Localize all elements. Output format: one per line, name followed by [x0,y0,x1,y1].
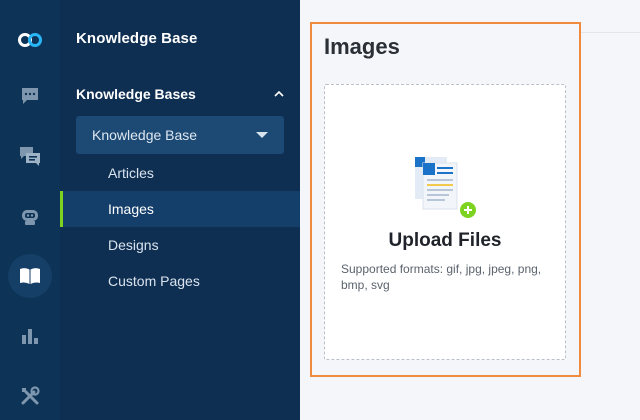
sidebar-item-articles[interactable]: Articles [60,155,300,191]
sidebar-item-label: Images [108,201,154,217]
icon-rail [0,0,60,420]
knowledge-base-sidebar: Knowledge Base Knowledge Bases Knowledge… [60,0,300,420]
messages-icon[interactable] [0,134,60,178]
sidebar-item-custom-pages[interactable]: Custom Pages [60,263,300,299]
upload-files-icon [415,157,476,218]
supported-formats-text: Supported formats: gif, jpg, jpeg, png, … [341,262,542,292]
upload-files-label: Upload Files [388,230,502,251]
reports-icon[interactable] [0,314,60,358]
sidebar-item-designs[interactable]: Designs [60,227,300,263]
chevron-up-icon [274,91,284,97]
app-logo-icon[interactable] [0,18,60,62]
sidebar-item-label: Designs [108,237,159,253]
divider [580,32,640,33]
bot-icon[interactable] [0,194,60,238]
main-content: Images Upload Files Supported formats: g… [300,0,640,420]
section-label: Knowledge Bases [76,86,196,102]
settings-tools-icon[interactable] [0,374,60,418]
selected-kb-label: Knowledge Base [92,127,198,143]
upload-dropzone[interactable]: Upload Files Supported formats: gif, jpg… [324,84,566,360]
chat-icon[interactable] [0,74,60,118]
sidebar-item-images[interactable]: Images [60,191,300,227]
knowledge-base-icon[interactable] [0,254,60,298]
knowledge-base-dropdown[interactable]: Knowledge Base [76,116,284,154]
caret-down-icon [256,132,268,138]
knowledge-bases-section-toggle[interactable]: Knowledge Bases [76,84,284,104]
sidebar-item-label: Articles [108,165,154,181]
active-rail-highlight [8,254,52,298]
sidebar-item-label: Custom Pages [108,273,200,289]
sidebar-title: Knowledge Base [76,30,198,47]
page-title: Images [324,34,400,59]
